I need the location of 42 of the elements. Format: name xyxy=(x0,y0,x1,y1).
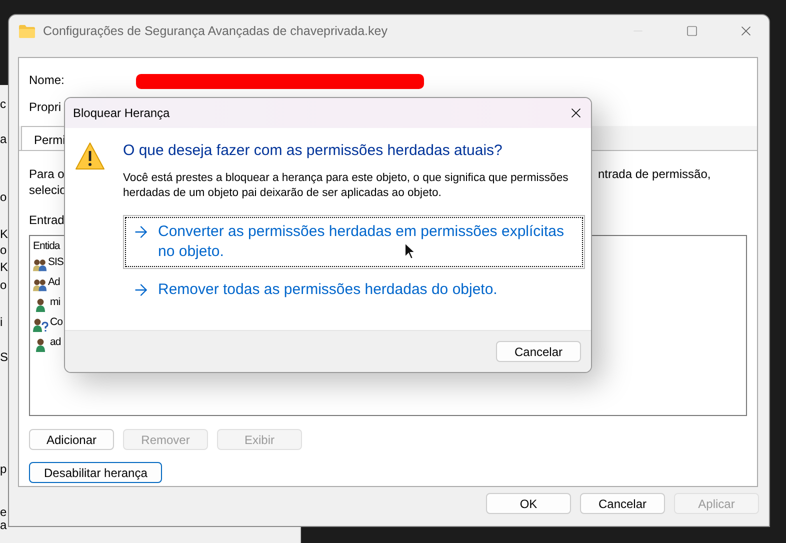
cancel-button[interactable]: Cancelar xyxy=(496,341,581,362)
arrow-icon xyxy=(132,223,150,241)
entry-name[interactable]: Ad xyxy=(48,276,60,288)
dialog-title: Bloquear Herança xyxy=(73,106,170,120)
column-header: Entida xyxy=(33,240,60,252)
entry-button[interactable]: Adicionar xyxy=(29,429,114,450)
description-text: ntrada de permissão, xyxy=(598,167,712,181)
window-text-fragment: o xyxy=(0,190,7,204)
owner-label: Propri xyxy=(29,100,62,114)
window-text-fragment: a xyxy=(0,132,7,146)
command-link[interactable]: Remover todas as permissões herdadas do objeto. xyxy=(123,273,585,307)
user-group-icon xyxy=(33,277,47,292)
command-link[interactable]: Converter as permissões herdadas em permissões explícitas no objeto. xyxy=(123,215,585,269)
description-text: Para o xyxy=(29,167,64,181)
mouse-cursor-icon xyxy=(404,242,416,260)
window-text-fragment: e xyxy=(0,505,7,519)
window-text-fragment: o xyxy=(0,278,7,292)
entry-name[interactable]: ad xyxy=(50,336,61,348)
window-text-fragment: o xyxy=(0,243,7,257)
warning-icon xyxy=(75,142,105,170)
name-label: Nome: xyxy=(29,73,64,87)
window-text-fragment: K xyxy=(0,260,8,274)
entry-name[interactable]: SIS xyxy=(48,256,64,268)
dialog-message: Você está prestes a bloquear a herança para este objeto, o que significa que permissões herdadas de um objeto pai deixarão de ser aplicadas ao objeto. xyxy=(123,171,570,201)
entries-label: Entrad xyxy=(29,213,66,227)
user-group-icon xyxy=(33,257,47,272)
dialog-heading: O que deseja fazer com as permissões herdadas atuais? xyxy=(123,142,504,159)
window-text-fragment: K xyxy=(0,227,8,241)
window-text-fragment: i xyxy=(0,315,3,329)
window-text-fragment: S xyxy=(0,350,8,364)
entry-name[interactable]: Co xyxy=(50,316,62,328)
dialog-button[interactable]: OK xyxy=(486,493,571,514)
unknown-user-icon xyxy=(33,317,49,332)
disable-inheritance-button[interactable]: Desabilitar herança xyxy=(29,462,162,483)
window-text-fragment: p xyxy=(0,462,7,476)
window-title: Configurações de Segurança Avançadas de chaveprivada.key xyxy=(43,24,388,38)
folder-icon xyxy=(19,24,35,38)
window-text-fragment: a xyxy=(0,518,7,532)
window-text-fragment: c xyxy=(0,97,6,111)
arrow-icon xyxy=(132,281,150,299)
entry-name[interactable]: mi xyxy=(50,296,60,308)
dialog-button[interactable]: Cancelar xyxy=(580,493,665,514)
